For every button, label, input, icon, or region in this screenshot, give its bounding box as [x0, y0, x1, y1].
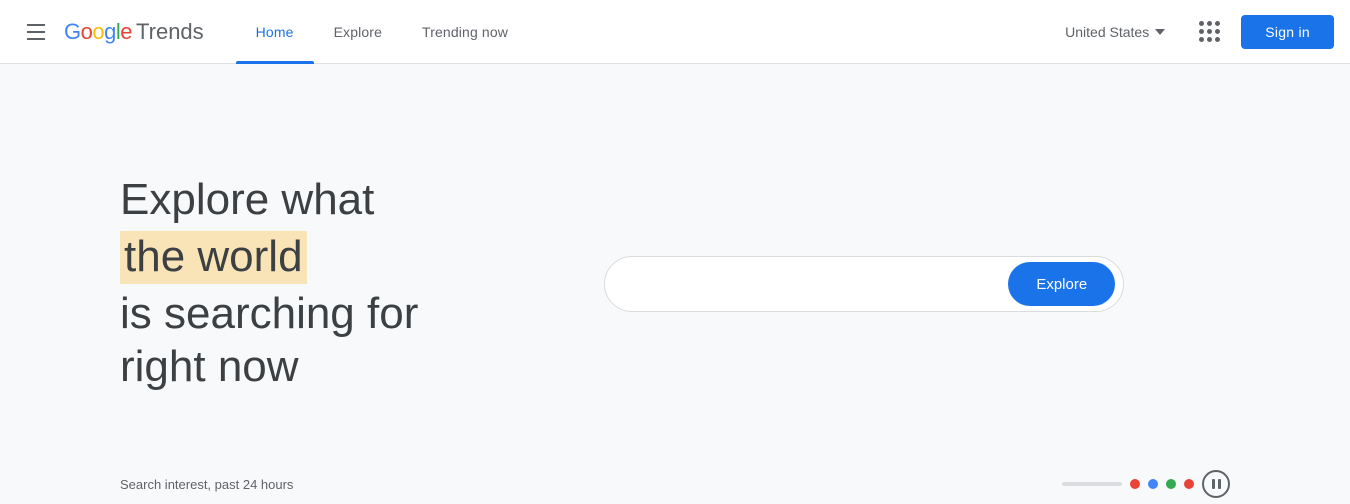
hero-text: Explore what the world is searching for …: [120, 174, 418, 393]
menu-button[interactable]: [16, 12, 56, 52]
main-content: Explore what the world is searching for …: [0, 64, 1350, 504]
sign-in-button[interactable]: Sign in: [1241, 15, 1334, 49]
chevron-down-icon: [1155, 29, 1165, 35]
search-area: Explore: [498, 256, 1230, 312]
grid-icon: [1199, 21, 1220, 42]
bottom-bar: Search interest, past 24 hours: [0, 464, 1350, 504]
dot-green[interactable]: [1166, 479, 1176, 489]
logo-g2: g: [104, 19, 116, 44]
hero-line1: Explore what: [120, 174, 418, 227]
pause-button[interactable]: [1202, 470, 1230, 498]
progress-bar: [1062, 482, 1122, 486]
country-label: United States: [1065, 24, 1149, 40]
main-nav: Home Explore Trending now: [236, 0, 1053, 64]
header: Google Trends Home Explore Trending now …: [0, 0, 1350, 64]
hero-line3: is searching for: [120, 288, 418, 341]
country-selector[interactable]: United States: [1053, 16, 1177, 48]
logo-o1: o: [81, 19, 93, 44]
search-input[interactable]: [625, 275, 1008, 293]
hero-line2-highlighted: the world: [120, 231, 307, 284]
header-right: United States Sign in: [1053, 12, 1334, 52]
trends-logo-text: Trends: [136, 19, 204, 45]
search-interest-label: Search interest, past 24 hours: [120, 477, 293, 492]
google-logo-text: Google: [64, 19, 132, 45]
logo-o2: o: [92, 19, 104, 44]
search-box: Explore: [604, 256, 1124, 312]
google-apps-button[interactable]: [1189, 12, 1229, 52]
nav-explore[interactable]: Explore: [314, 0, 402, 64]
logo-e: e: [120, 19, 132, 44]
dot-red2[interactable]: [1184, 479, 1194, 489]
pause-bar-right: [1218, 479, 1221, 489]
nav-trending-now[interactable]: Trending now: [402, 0, 528, 64]
logo-g: G: [64, 19, 81, 44]
google-trends-logo[interactable]: Google Trends: [64, 19, 204, 45]
nav-home[interactable]: Home: [236, 0, 314, 64]
pause-bar-left: [1212, 479, 1215, 489]
explore-button[interactable]: Explore: [1008, 262, 1115, 306]
hero-line4: right now: [120, 341, 418, 394]
dot-red[interactable]: [1130, 479, 1140, 489]
dot-blue[interactable]: [1148, 479, 1158, 489]
bottom-controls: [1062, 470, 1230, 498]
